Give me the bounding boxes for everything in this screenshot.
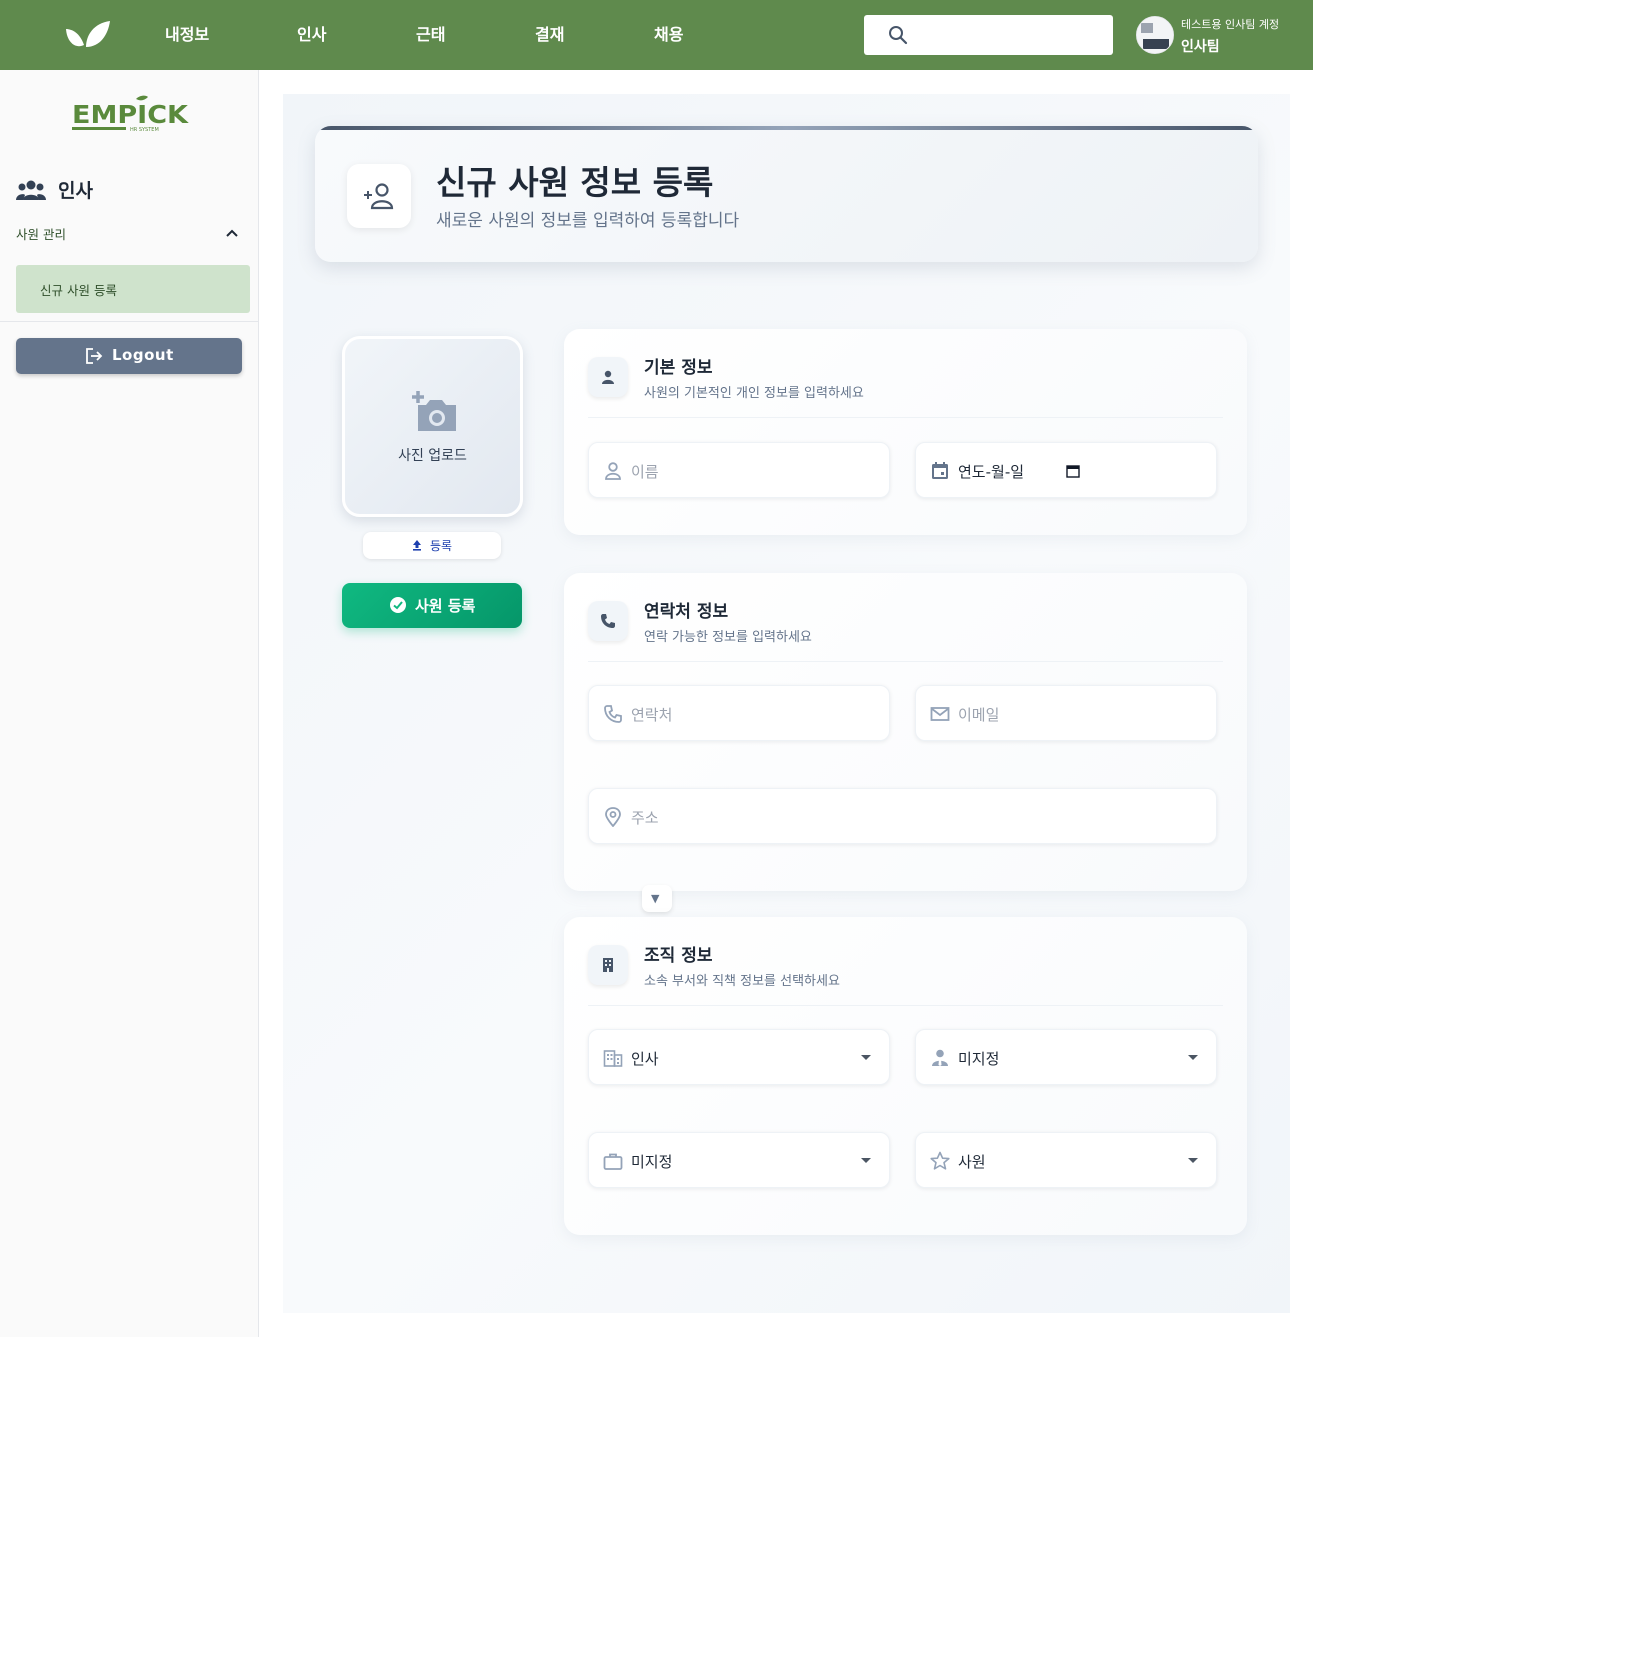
contact-info-subtitle: 연락 가능한 정보를 입력하세요 [644, 630, 812, 645]
person-icon [602, 370, 614, 384]
contact-info-title: 연락처 정보 [644, 602, 729, 622]
add-photo-camera-icon [412, 391, 456, 431]
nav-item-my-info[interactable]: 내정보 [165, 0, 209, 70]
search-box [864, 15, 1113, 55]
birthdate-placeholder: 연도-월-일 [958, 463, 1025, 481]
basic-info-card: 기본 정보 사원의 기본적인 개인 정보를 입력하세요 이름 연도-월-일 [564, 329, 1247, 535]
contact-info-icon-box [588, 601, 628, 641]
address-placeholder: 주소 [631, 809, 659, 827]
location-pin-icon [605, 807, 621, 827]
page-subtitle: 새로운 사원의 정보를 입력하여 등록합니다 [436, 211, 740, 231]
organization-info-card: 조직 정보 소속 부서와 직책 정보를 선택하세요 인사 미지정 미지정 사원 [564, 917, 1247, 1235]
job-value: 미지정 [631, 1153, 673, 1171]
broken-image-icon [1137, 17, 1173, 53]
position-select[interactable]: 미지정 [915, 1029, 1217, 1085]
divider [588, 417, 1223, 418]
person-outline-icon [605, 462, 621, 480]
logout-icon [86, 348, 103, 364]
contact-info-card: 연락처 정보 연락 가능한 정보를 입력하세요 연락처 이메일 주소 [564, 573, 1247, 891]
page-header-card: 신규 사원 정보 등록 새로운 사원의 정보를 입력하여 등록합니다 [315, 126, 1258, 262]
calendar-icon [932, 462, 948, 479]
logout-label: Logout [112, 346, 174, 364]
department-value: 인사 [631, 1050, 659, 1068]
empick-logo[interactable]: EMPICK HR SYSTEM [70, 93, 190, 137]
nav-item-attendance[interactable]: 근태 [416, 0, 445, 70]
birthdate-field[interactable]: 연도-월-일 [915, 442, 1217, 498]
date-picker-icon[interactable] [1066, 464, 1080, 478]
register-button-label: 사원 등록 [415, 597, 476, 615]
person-tie-icon [932, 1049, 948, 1066]
name-field[interactable]: 이름 [588, 442, 890, 498]
building-outline-icon [603, 1050, 623, 1067]
main-content: 신규 사원 정보 등록 새로운 사원의 정보를 입력하여 등록합니다 사진 업로… [283, 94, 1290, 1313]
header-accent-line [315, 126, 1258, 130]
check-circle-icon [390, 597, 406, 613]
divider [588, 1005, 1223, 1006]
submenu-label: 사원 관리 [16, 227, 66, 242]
submenu-employee-management[interactable]: 사원 관리 [16, 222, 240, 244]
logo-subtext: HR SYSTEM [130, 127, 159, 133]
email-field[interactable]: 이메일 [915, 685, 1217, 741]
basic-info-title: 기본 정보 [644, 358, 713, 378]
rank-value: 사원 [958, 1153, 986, 1171]
phone-outline-icon [604, 705, 622, 723]
user-team: 인사팀 [1181, 39, 1220, 55]
basic-info-icon-box [588, 357, 628, 397]
briefcase-icon [603, 1153, 623, 1170]
photo-upload-label: 사진 업로드 [398, 448, 467, 464]
divider [0, 321, 258, 322]
organization-icon-box [588, 945, 628, 985]
sidebar-item-new-employee[interactable]: 신규 사원 등록 [16, 265, 250, 313]
phone-placeholder: 연락처 [631, 706, 673, 724]
email-placeholder: 이메일 [958, 706, 1000, 724]
user-account-name: 테스트용 인사팀 계정 [1181, 18, 1280, 31]
logout-button[interactable]: Logout [16, 338, 242, 374]
phone-icon [601, 614, 615, 628]
leaf-logo-icon[interactable] [64, 19, 112, 51]
building-icon [603, 958, 613, 972]
photo-upload-area[interactable]: 사진 업로드 [342, 336, 523, 517]
upload-icon [413, 540, 421, 551]
avatar[interactable] [1136, 16, 1174, 54]
search-icon[interactable] [888, 25, 908, 45]
section-title: 인사 [58, 180, 93, 202]
dropdown-arrow-icon [861, 1158, 871, 1163]
collapse-toggle-button[interactable]: ▼ [642, 885, 672, 912]
job-select[interactable]: 미지정 [588, 1132, 890, 1188]
upload-button-label: 등록 [430, 539, 453, 553]
register-employee-button[interactable]: 사원 등록 [342, 583, 522, 628]
photo-register-button[interactable]: 등록 [363, 532, 501, 559]
mail-icon [930, 707, 950, 721]
person-add-icon [364, 183, 394, 210]
people-group-icon [16, 180, 46, 200]
rank-select[interactable]: 사원 [915, 1132, 1217, 1188]
phone-field[interactable]: 연락처 [588, 685, 890, 741]
department-select[interactable]: 인사 [588, 1029, 890, 1085]
top-navigation-bar: 내정보 인사 근태 결재 채용 테스트용 인사팀 계정 인사팀 [0, 0, 1313, 70]
chevron-down-icon: ▼ [651, 892, 660, 905]
organization-info-title: 조직 정보 [644, 946, 713, 966]
nav-item-recruit[interactable]: 채용 [654, 0, 683, 70]
search-input[interactable] [920, 21, 1100, 49]
organization-info-subtitle: 소속 부서와 직책 정보를 선택하세요 [644, 974, 840, 989]
hr-section-header: 인사 [16, 174, 236, 204]
dropdown-arrow-icon [1188, 1055, 1198, 1060]
sidebar-item-label: 신규 사원 등록 [40, 283, 117, 298]
name-placeholder: 이름 [631, 463, 659, 481]
nav-item-approval[interactable]: 결재 [535, 0, 564, 70]
nav-item-hr[interactable]: 인사 [297, 0, 326, 70]
logo-text: EMPICK [72, 100, 190, 129]
page-title: 신규 사원 정보 등록 [436, 163, 714, 202]
basic-info-subtitle: 사원의 기본적인 개인 정보를 입력하세요 [644, 386, 864, 401]
position-value: 미지정 [958, 1050, 1000, 1068]
dropdown-arrow-icon [1188, 1158, 1198, 1163]
dropdown-arrow-icon [861, 1055, 871, 1060]
sidebar: EMPICK HR SYSTEM 인사 사원 관리 신규 사원 등록 Logou… [0, 70, 259, 1337]
chevron-up-icon [226, 229, 238, 237]
star-outline-icon [930, 1151, 950, 1170]
divider [588, 661, 1223, 662]
header-icon-box [347, 164, 411, 228]
address-field[interactable]: 주소 [588, 788, 1217, 844]
